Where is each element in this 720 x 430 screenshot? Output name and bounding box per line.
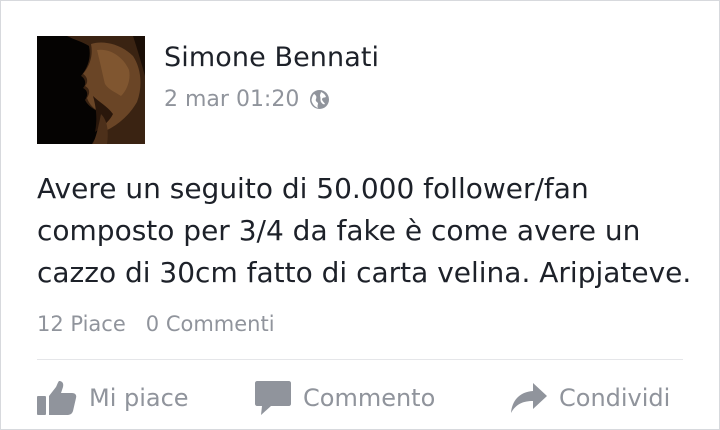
share-arrow-icon (511, 383, 547, 413)
like-button[interactable]: Mi piace (37, 373, 189, 423)
likes-count[interactable]: 12 Piace (37, 312, 126, 336)
share-button[interactable]: Condividi (511, 373, 670, 423)
comment-button[interactable]: Commento (255, 373, 435, 423)
avatar[interactable] (37, 36, 145, 144)
post-text: Avere un seguito di 50.000 follower/fan … (37, 172, 692, 289)
share-label: Condividi (559, 384, 671, 412)
globe-icon[interactable] (309, 89, 330, 110)
like-label: Mi piace (89, 384, 189, 412)
divider (37, 359, 683, 360)
profile-photo (37, 36, 145, 144)
post-card: Simone Bennati 2 mar 01:20 Avere un segu… (0, 0, 720, 430)
post-timestamp[interactable]: 2 mar 01:20 (164, 87, 299, 112)
comments-count[interactable]: 0 Commenti (146, 312, 275, 336)
action-bar: Mi piace Commento Condividi (1, 373, 719, 423)
post-meta: 2 mar 01:20 (164, 87, 330, 112)
author-name[interactable]: Simone Bennati (164, 42, 379, 73)
comment-label: Commento (303, 384, 436, 412)
post-stats: 12 Piace 0 Commenti (37, 312, 275, 336)
thumbs-up-icon (37, 381, 77, 415)
speech-bubble-icon (255, 381, 291, 415)
